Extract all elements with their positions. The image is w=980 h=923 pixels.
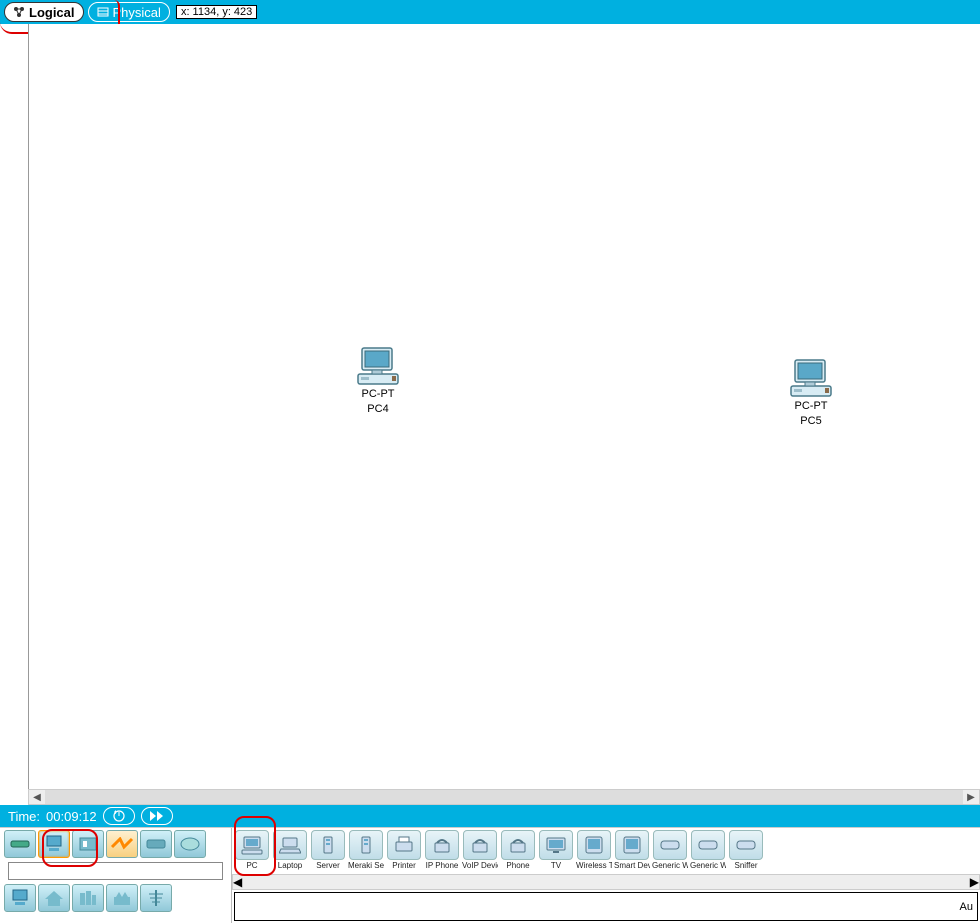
device-item-smart-device[interactable]: Smart Device <box>614 830 650 870</box>
scroll-left-icon[interactable]: ◀ <box>29 789 45 805</box>
device-item-server[interactable]: Server <box>310 830 346 870</box>
device-name-label: PC4 <box>356 403 400 416</box>
device-label: Sniffer <box>728 861 764 870</box>
device-icon <box>387 830 421 860</box>
device-label: Generic Wireless <box>652 861 688 870</box>
device-item-generic-wired[interactable]: Generic Wired <box>690 830 726 870</box>
device-item-wireless-tablet[interactable]: Wireless Tablet <box>576 830 612 870</box>
coordinates-display: x: 1134, y: 423 <box>176 5 257 19</box>
device-label: Server <box>310 861 346 870</box>
subcat-home[interactable] <box>38 884 70 912</box>
device-label: Phone <box>500 861 536 870</box>
device-label: Printer <box>386 861 422 870</box>
logical-tab-label: Logical <box>29 5 75 20</box>
device-item-printer[interactable]: Printer <box>386 830 422 870</box>
device-icon <box>539 830 573 860</box>
category-end-devices[interactable] <box>38 830 70 858</box>
palette-categories <box>0 828 232 923</box>
device-item-pc[interactable]: PC <box>234 830 270 870</box>
palette-search <box>8 862 223 880</box>
device-item-meraki-server[interactable]: Meraki Server <box>348 830 384 870</box>
device-palette: PCLaptopServerMeraki ServerPrinterIP Pho… <box>0 827 980 923</box>
palette-devices-pane: PCLaptopServerMeraki ServerPrinterIP Pho… <box>232 828 980 923</box>
device-label: Meraki Server <box>348 861 384 870</box>
status-text: Au <box>960 901 973 913</box>
device-icon <box>577 830 611 860</box>
scroll-right-icon[interactable]: ▶ <box>963 789 979 805</box>
reset-icon <box>112 809 126 823</box>
logical-tab[interactable]: Logical <box>4 2 84 22</box>
device-item-laptop[interactable]: Laptop <box>272 830 308 870</box>
device-label: Wireless Tablet <box>576 861 612 870</box>
category-components[interactable] <box>72 830 104 858</box>
time-value: 00:09:12 <box>46 809 97 824</box>
device-icon <box>273 830 307 860</box>
simulation-time-bar: Time: 00:09:12 <box>0 805 980 827</box>
palette-hscroll[interactable]: ◀ ▶ <box>232 874 980 890</box>
device-icon <box>729 830 763 860</box>
device-label: Laptop <box>272 861 308 870</box>
palette-search-input[interactable] <box>8 862 223 880</box>
physical-icon <box>97 6 109 18</box>
category-connections[interactable] <box>106 830 138 858</box>
device-item-voip-device[interactable]: VoIP Device <box>462 830 498 870</box>
device-item-ip-phone[interactable]: IP Phone <box>424 830 460 870</box>
physical-tab-label: Physical <box>113 5 161 20</box>
scroll-left-icon[interactable]: ◀ <box>233 875 242 889</box>
pc-icon <box>356 346 400 386</box>
subcat-industrial[interactable] <box>106 884 138 912</box>
device-type-label: PC-PT <box>789 400 833 413</box>
workspace-hscroll[interactable]: ◀ ▶ <box>28 789 980 805</box>
category-multiuser[interactable] <box>174 830 206 858</box>
device-item-phone[interactable]: Phone <box>500 830 536 870</box>
subcat-smart-city[interactable] <box>72 884 104 912</box>
workspace-canvas[interactable]: PC-PT PC4 PC-PT PC5 <box>28 24 980 789</box>
reset-time-button[interactable] <box>103 807 135 825</box>
scroll-right-icon[interactable]: ▶ <box>970 875 979 889</box>
status-hint: Au <box>234 892 978 921</box>
device-type-label: PC-PT <box>356 388 400 401</box>
device-item-tv[interactable]: TV <box>538 830 574 870</box>
workspace-device-pc5[interactable]: PC-PT PC5 <box>789 358 833 428</box>
device-icon <box>615 830 649 860</box>
device-label: VoIP Device <box>462 861 498 870</box>
subcat-end-devices[interactable] <box>4 884 36 912</box>
device-icon <box>311 830 345 860</box>
category-misc-1[interactable] <box>140 830 172 858</box>
time-label: Time: <box>8 809 40 824</box>
device-icon <box>349 830 383 860</box>
device-icon <box>501 830 535 860</box>
device-icon <box>691 830 725 860</box>
workspace-device-pc4[interactable]: PC-PT PC4 <box>356 346 400 416</box>
device-icon <box>235 830 269 860</box>
device-label: Smart Device <box>614 861 650 870</box>
category-network-devices[interactable] <box>4 830 36 858</box>
device-item-generic-wireless[interactable]: Generic Wireless <box>652 830 688 870</box>
palette-device-list: PCLaptopServerMeraki ServerPrinterIP Pho… <box>232 828 980 874</box>
device-icon <box>463 830 497 860</box>
physical-tab[interactable]: Physical <box>88 2 170 22</box>
pc-icon <box>789 358 833 398</box>
fast-forward-icon <box>150 811 164 821</box>
device-label: PC <box>234 861 270 870</box>
device-label: Generic Wired <box>690 861 726 870</box>
device-item-sniffer[interactable]: Sniffer <box>728 830 764 870</box>
device-label: IP Phone <box>424 861 460 870</box>
subcat-power-grid[interactable] <box>140 884 172 912</box>
device-name-label: PC5 <box>789 415 833 428</box>
fast-forward-button[interactable] <box>141 807 173 825</box>
device-icon <box>653 830 687 860</box>
device-label: TV <box>538 861 574 870</box>
logical-icon <box>13 6 25 18</box>
view-tabs-bar: Logical Physical x: 1134, y: 423 <box>0 0 980 24</box>
device-icon <box>425 830 459 860</box>
